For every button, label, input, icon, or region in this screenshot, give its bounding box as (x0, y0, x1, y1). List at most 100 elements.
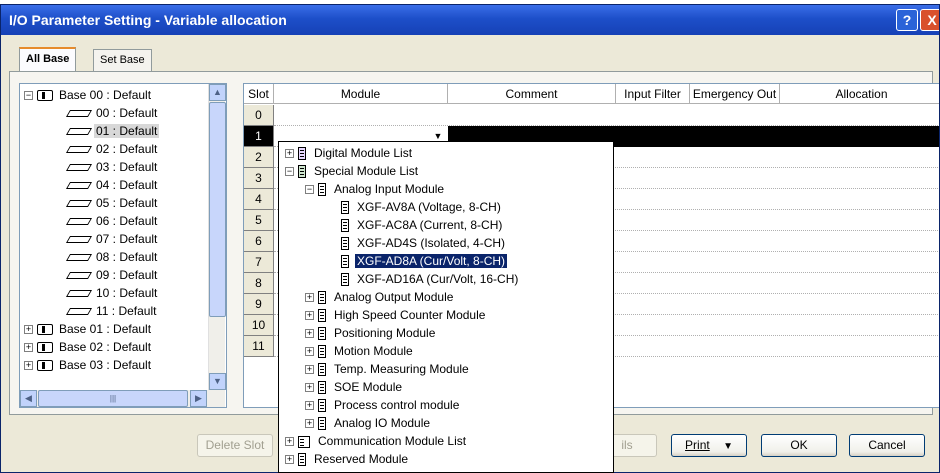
scroll-down-icon[interactable]: ▼ (209, 373, 226, 390)
expand-icon[interactable]: + (24, 343, 33, 353)
slot-number-cell[interactable]: 5 (244, 210, 274, 231)
tree-slot-item[interactable]: 06 : Default (65, 212, 159, 230)
slot-number-cell[interactable]: 10 (244, 315, 274, 336)
tree-slot-item[interactable]: 08 : Default (65, 248, 159, 266)
dropdown-module-item[interactable]: + SOE Module (305, 378, 404, 396)
column-header[interactable]: Input Filter (616, 84, 690, 104)
expand-icon[interactable]: + (305, 401, 314, 411)
expand-icon[interactable]: + (24, 361, 33, 371)
scroll-thumb[interactable] (209, 102, 226, 317)
slot-number-cell[interactable]: 0 (244, 105, 274, 126)
expand-icon[interactable]: + (305, 329, 314, 339)
dropdown-item-label: Reserved Module (314, 452, 409, 466)
slot-number-cell[interactable]: 11 (244, 336, 274, 357)
dropdown-module-item[interactable]: + Reserved Module (285, 450, 410, 468)
slot-module-icon (65, 200, 93, 208)
tree-item-label: Base 03 : Default (59, 358, 152, 372)
title-bar[interactable]: I/O Parameter Setting - Variable allocat… (1, 5, 939, 35)
dropdown-module-item[interactable]: XGF-AV8A (Voltage, 8-CH) (341, 198, 503, 216)
slot-number-cell[interactable]: 1 (244, 126, 274, 147)
dropdown-module-item[interactable]: XGF-AD8A (Cur/Volt, 8-CH) (341, 252, 509, 270)
dropdown-module-item[interactable]: XGF-AD16A (Cur/Volt, 16-CH) (341, 270, 520, 288)
tree-slot-item[interactable]: 09 : Default (65, 266, 159, 284)
tree-item-label: 06 : Default (96, 214, 158, 228)
expand-icon[interactable]: + (305, 383, 314, 393)
column-header[interactable]: Module (274, 84, 448, 104)
module-icon (341, 201, 349, 215)
base-tree[interactable]: + Base 03 : Default + Base 02 : Default + Bas… (19, 83, 227, 408)
dropdown-module-item[interactable]: + Temp. Measuring Module (305, 360, 471, 378)
dropdown-module-item[interactable]: + High Speed Counter Module (305, 306, 487, 324)
collapse-icon[interactable]: − (24, 91, 33, 101)
slot-number-cell[interactable]: 4 (244, 189, 274, 210)
close-button[interactable]: X (920, 9, 939, 31)
collapse-icon[interactable]: − (285, 167, 294, 177)
tree-slot-item[interactable]: 07 : Default (65, 230, 159, 248)
slot-module-icon (65, 272, 93, 280)
slot-number-cell[interactable]: 9 (244, 294, 274, 315)
tab-all-base[interactable]: All Base (19, 47, 77, 71)
module-dropdown-list[interactable]: + Digital Module List − Special Module List… (278, 141, 614, 473)
print-button[interactable]: Print ▼ (671, 434, 747, 457)
scroll-right-icon[interactable]: ▶ (190, 390, 207, 407)
expand-icon[interactable]: + (305, 347, 314, 357)
tree-item-label: 07 : Default (96, 232, 158, 246)
slot-module-icon (65, 236, 93, 244)
tree-base-item[interactable]: + Base 01 : Default (24, 320, 153, 338)
column-header[interactable]: Allocation (780, 84, 939, 104)
tree-slot-item[interactable]: 02 : Default (65, 140, 159, 158)
expand-icon[interactable]: + (305, 311, 314, 321)
tree-base-item[interactable]: − Base 00 : Default (24, 86, 153, 104)
expand-icon[interactable]: + (305, 365, 314, 375)
tree-slot-item[interactable]: 11 : Default (65, 302, 158, 320)
tree-vertical-scrollbar[interactable]: ▲ ▼ (208, 84, 226, 390)
module-icon (318, 417, 326, 431)
tree-horizontal-scrollbar[interactable]: ◀ ||| ▶ (20, 390, 225, 407)
column-header[interactable]: Emergency Out (690, 84, 780, 104)
delete-slot-button[interactable]: Delete Slot (197, 434, 273, 457)
tree-slot-item[interactable]: 04 : Default (65, 176, 159, 194)
dropdown-arrow-icon: ▼ (723, 441, 733, 452)
tree-slot-item[interactable]: 03 : Default (65, 158, 159, 176)
dropdown-module-item[interactable]: + Communication Module List (285, 432, 468, 450)
dropdown-module-item[interactable]: + Process control module (305, 396, 461, 414)
tree-slot-item[interactable]: 00 : Default (65, 104, 159, 122)
expand-icon[interactable]: + (305, 293, 314, 303)
collapse-icon[interactable]: − (305, 185, 314, 195)
dropdown-module-item[interactable]: + Digital Module List (285, 144, 414, 162)
dropdown-module-item[interactable]: XGF-AD4S (Isolated, 4-CH) (341, 234, 507, 252)
tab-set-base[interactable]: Set Base (93, 49, 152, 71)
dropdown-module-item[interactable]: + Analog Output Module (305, 288, 455, 306)
tree-slot-item[interactable]: 05 : Default (65, 194, 159, 212)
tree-base-item[interactable]: + Base 02 : Default (24, 338, 153, 356)
slot-number-cell[interactable]: 6 (244, 231, 274, 252)
ok-button[interactable]: OK (761, 434, 837, 457)
dropdown-module-item[interactable]: + Analog IO Module (305, 414, 432, 432)
cancel-button[interactable]: Cancel (849, 434, 925, 457)
column-header[interactable]: Slot (244, 84, 274, 104)
dropdown-module-item[interactable]: − Analog Input Module (305, 180, 446, 198)
help-button[interactable]: ? (896, 9, 918, 31)
column-header[interactable]: Comment (448, 84, 616, 104)
dropdown-module-item[interactable]: + Positioning Module (305, 324, 437, 342)
expand-icon[interactable]: + (285, 455, 294, 465)
tree-slot-item[interactable]: 10 : Default (65, 284, 159, 302)
expand-icon[interactable]: + (24, 325, 33, 335)
table-row[interactable] (274, 105, 939, 126)
expand-icon[interactable]: + (285, 437, 294, 447)
slot-number-cell[interactable]: 7 (244, 252, 274, 273)
expand-icon[interactable]: + (285, 149, 294, 159)
tree-slot-item[interactable]: 01 : Default (65, 122, 160, 140)
tree-item-label: 02 : Default (96, 142, 158, 156)
dropdown-module-item[interactable]: XGF-AC8A (Current, 8-CH) (341, 216, 504, 234)
expand-icon[interactable]: + (305, 419, 314, 429)
dropdown-module-item[interactable]: + Motion Module (305, 342, 415, 360)
scroll-left-icon[interactable]: ◀ (20, 390, 37, 407)
slot-number-cell[interactable]: 8 (244, 273, 274, 294)
dropdown-module-item[interactable]: − Special Module List (285, 162, 420, 180)
scroll-up-icon[interactable]: ▲ (209, 84, 226, 101)
scroll-thumb-horizontal[interactable]: ||| (38, 390, 188, 407)
slot-number-cell[interactable]: 2 (244, 147, 274, 168)
slot-number-cell[interactable]: 3 (244, 168, 274, 189)
tree-base-item[interactable]: + Base 03 : Default (24, 356, 153, 374)
